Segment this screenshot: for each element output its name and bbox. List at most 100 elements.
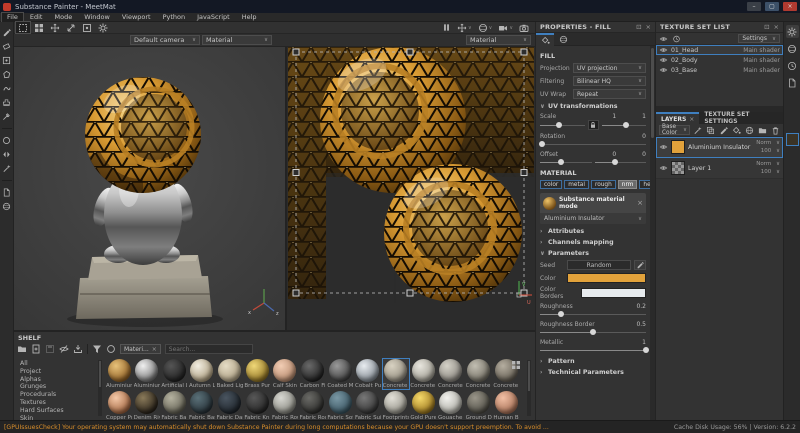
menu-item[interactable]: Help	[237, 13, 262, 22]
pause-engine-button[interactable]	[442, 23, 451, 32]
paint-tool-icon[interactable]	[1, 27, 12, 38]
eye-icon[interactable]	[659, 66, 668, 74]
material-thumbnail[interactable]: Brass Pure	[244, 359, 270, 389]
close-icon[interactable]: ×	[152, 346, 157, 353]
channel-chip[interactable]: nrm	[618, 180, 638, 189]
material-thumbnail[interactable]: Aluminium ...	[106, 359, 132, 389]
texture-set-row[interactable]: 02_Body Main shader	[656, 55, 783, 65]
eye-icon[interactable]	[659, 46, 668, 54]
eye-icon[interactable]	[659, 143, 668, 151]
grid-view-icon[interactable]	[511, 360, 521, 370]
show-all-icon[interactable]	[659, 35, 668, 43]
uv-selection-button[interactable]	[32, 22, 46, 33]
material-thumbnail[interactable]: Carbon Fiber	[300, 359, 326, 389]
eye-icon[interactable]	[659, 56, 668, 64]
uv-transform-fold[interactable]: ∨ UV transformations	[540, 103, 646, 110]
smudge-tool-icon[interactable]	[1, 83, 12, 94]
seed-random-button[interactable]: Random	[567, 260, 631, 270]
channel-chip[interactable]: color	[540, 180, 562, 189]
menu-item[interactable]: Mode	[49, 13, 77, 22]
tab-material-properties[interactable]	[554, 33, 572, 46]
selection-mode-button[interactable]	[16, 22, 30, 33]
layer-row[interactable]: Layer 1 Norm ∨ 100 ∨	[656, 158, 783, 179]
parameter-slider[interactable]	[540, 328, 646, 336]
opacity-select[interactable]: 100 ∨	[761, 169, 780, 175]
material-thumbnail[interactable]: Fabric Suit...	[355, 391, 381, 421]
display-mode-select-3d[interactable]: Material ∨	[202, 35, 272, 45]
gizmo-mode-button[interactable]: ∨	[457, 23, 472, 33]
material-thumbnail[interactable]: Ground Dra...	[466, 391, 492, 421]
layer-row[interactable]: Aluminium Insulator Norm ∨ 100 ∨	[656, 137, 783, 158]
tab-fill-properties[interactable]	[536, 33, 554, 46]
shelf-category[interactable]: Hard Surfaces	[18, 407, 96, 415]
delete-layer-icon[interactable]	[771, 126, 780, 135]
camera-mode-button[interactable]: ∨	[498, 23, 513, 33]
menu-item[interactable]: File	[2, 13, 23, 22]
menu-item[interactable]: Python	[158, 13, 191, 22]
environment-button[interactable]: ∨	[478, 23, 493, 33]
material-thumbnail[interactable]: Gouache P...	[438, 391, 464, 421]
menu-item[interactable]: Window	[79, 13, 115, 22]
parameter-slider[interactable]	[540, 310, 646, 318]
menu-item[interactable]: Edit	[25, 13, 48, 22]
property-dropdown[interactable]: Repeat ∨	[573, 89, 646, 99]
material-thumbnail[interactable]: Human Bas...	[493, 391, 519, 421]
close-tab-icon[interactable]: ×	[689, 116, 694, 123]
scale-button[interactable]	[64, 22, 78, 33]
blend-mode-select[interactable]: Norm ∨	[756, 161, 780, 167]
viewport-2d[interactable]: V U	[287, 47, 535, 330]
filter-icon[interactable]	[92, 344, 102, 354]
shelf-category[interactable]: All	[18, 360, 96, 368]
material-thumbnail[interactable]: Copper Pure	[106, 391, 132, 421]
material-thumbnail[interactable]: Artificial Lea...	[161, 359, 187, 389]
categories-scrollbar[interactable]	[98, 360, 102, 416]
eraser-tool-icon[interactable]	[1, 41, 12, 52]
material-thumbnail[interactable]: Concrete B...	[383, 359, 409, 389]
scale-lock-icon[interactable]	[588, 120, 599, 130]
offset-u-slider[interactable]	[540, 158, 592, 166]
display-settings-icon[interactable]	[1, 201, 12, 212]
close-panel-icon[interactable]: ×	[774, 23, 779, 31]
channel-chip[interactable]: height	[639, 180, 650, 189]
frame-button[interactable]	[80, 22, 94, 33]
material-thumbnail[interactable]: Fabric Soft	[327, 391, 353, 421]
opacity-select[interactable]: 100 ∨	[761, 148, 780, 154]
camera-select[interactable]: Default camera ∨	[130, 35, 200, 45]
material-thumbnail[interactable]: Concrete D...	[438, 359, 464, 389]
parameters-fold[interactable]: ∨ Parameters	[540, 250, 646, 257]
clone-tool-icon[interactable]	[1, 97, 12, 108]
polygon-fill-tool-icon[interactable]	[1, 69, 12, 80]
material-thumbnail[interactable]: Concrete S...	[466, 359, 492, 389]
material-thumbnail[interactable]: Baked Light...	[217, 359, 243, 389]
search-input[interactable]	[165, 344, 253, 354]
float-panel-icon[interactable]: ⊡	[764, 23, 769, 31]
material-thumbnail[interactable]: Fabric Bam...	[161, 391, 187, 421]
dock-settings-icon[interactable]	[786, 25, 799, 38]
scale-u-slider[interactable]	[540, 121, 585, 129]
material-thumbnail[interactable]: Calf Skin	[272, 359, 298, 389]
pattern-fold[interactable]: › Pattern	[540, 358, 646, 365]
add-folder-icon[interactable]	[758, 126, 767, 135]
technical-parameters-fold[interactable]: › Technical Parameters	[540, 369, 646, 376]
blend-mode-select[interactable]: Norm ∨	[756, 140, 780, 146]
settings-button[interactable]	[96, 22, 110, 33]
screenshot-button[interactable]	[519, 23, 529, 33]
filter-tab-materials[interactable]: Materi... ×	[120, 344, 161, 354]
dock-material-preview-icon[interactable]	[786, 133, 799, 146]
offset-v-slider[interactable]	[595, 158, 647, 166]
property-dropdown[interactable]: Bilinear HQ ∨	[573, 76, 646, 86]
texture-set-row[interactable]: 03_Base Main shader	[656, 65, 783, 75]
tab-layers[interactable]: LAYERS ×	[656, 112, 699, 124]
material-thumbnail[interactable]: Fabric Dam...	[217, 391, 243, 421]
material-thumbnail[interactable]: Autumn Leaf	[189, 359, 215, 389]
shelf-category[interactable]: Textures	[18, 399, 96, 407]
channel-chip[interactable]: metal	[564, 180, 589, 189]
material-thumbnail[interactable]: Coated Me...	[327, 359, 353, 389]
quick-mask-icon[interactable]	[1, 135, 12, 146]
viewport-3d[interactable]: x z	[14, 47, 285, 330]
property-dropdown[interactable]: UV projection ∨	[573, 63, 646, 73]
dock-display-icon[interactable]	[786, 42, 799, 55]
material-thumbnail[interactable]: Footprints	[383, 391, 409, 421]
material-thumbnail[interactable]: Cobalt Pure	[355, 359, 381, 389]
add-effect-icon[interactable]	[693, 126, 702, 135]
